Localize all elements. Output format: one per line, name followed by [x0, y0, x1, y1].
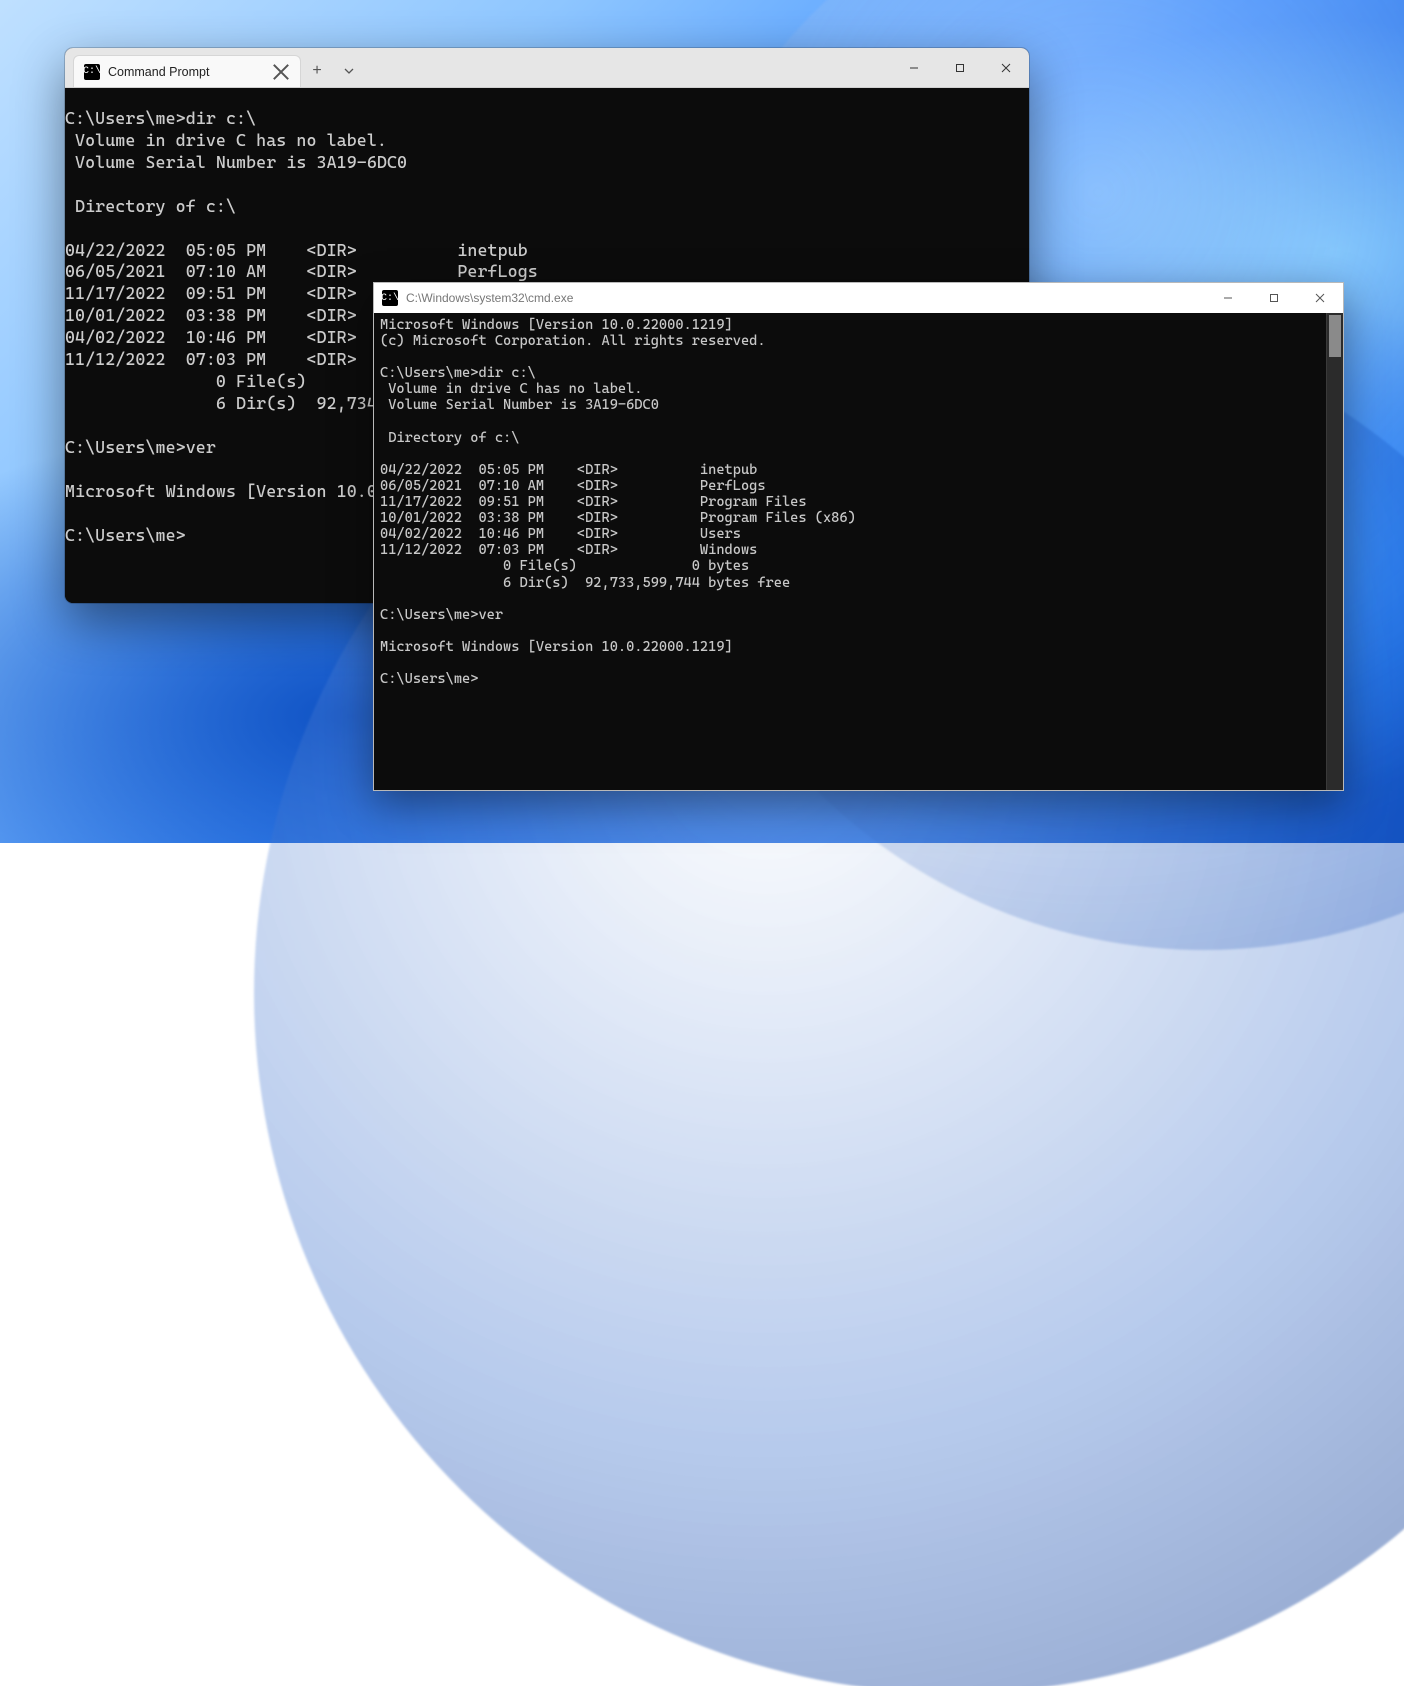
vertical-scrollbar[interactable]	[1326, 313, 1343, 790]
tab-title: Command Prompt	[108, 65, 264, 79]
conhost-body[interactable]: Microsoft Windows [Version 10.0.22000.12…	[374, 313, 1343, 790]
maximize-icon	[1269, 293, 1279, 303]
chevron-down-icon	[344, 66, 354, 76]
window-title: C:\Windows\system32\cmd.exe	[406, 291, 573, 305]
maximize-button[interactable]	[1251, 283, 1297, 313]
titlebar-drag-region[interactable]	[365, 48, 891, 87]
window-caption-buttons	[1205, 283, 1343, 313]
new-tab-button[interactable]: +	[301, 55, 333, 87]
minimize-button[interactable]	[891, 48, 937, 88]
scrollbar-thumb[interactable]	[1329, 315, 1341, 357]
close-button[interactable]	[1297, 283, 1343, 313]
close-icon	[1001, 63, 1011, 73]
tab-dropdown-button[interactable]	[333, 55, 365, 87]
close-icon	[1315, 293, 1325, 303]
cmd-icon: C:\	[84, 64, 100, 80]
maximize-icon	[955, 63, 965, 73]
cmd-icon: C:\	[382, 290, 398, 306]
minimize-button[interactable]	[1205, 283, 1251, 313]
tab-close-button[interactable]	[272, 63, 290, 81]
window-caption-buttons	[891, 48, 1029, 87]
conhost-window: C:\ C:\Windows\system32\cmd.exe Microsof…	[373, 282, 1344, 791]
minimize-icon	[1223, 293, 1233, 303]
minimize-icon	[909, 63, 919, 73]
terminal-titlebar[interactable]: C:\ Command Prompt +	[65, 48, 1029, 88]
close-button[interactable]	[983, 48, 1029, 88]
tab-strip: C:\ Command Prompt +	[65, 48, 365, 87]
maximize-button[interactable]	[937, 48, 983, 88]
close-icon	[272, 63, 290, 81]
conhost-titlebar[interactable]: C:\ C:\Windows\system32\cmd.exe	[374, 283, 1343, 313]
tab-command-prompt[interactable]: C:\ Command Prompt	[73, 55, 301, 87]
terminal-output: Microsoft Windows [Version 10.0.22000.12…	[374, 313, 1343, 687]
